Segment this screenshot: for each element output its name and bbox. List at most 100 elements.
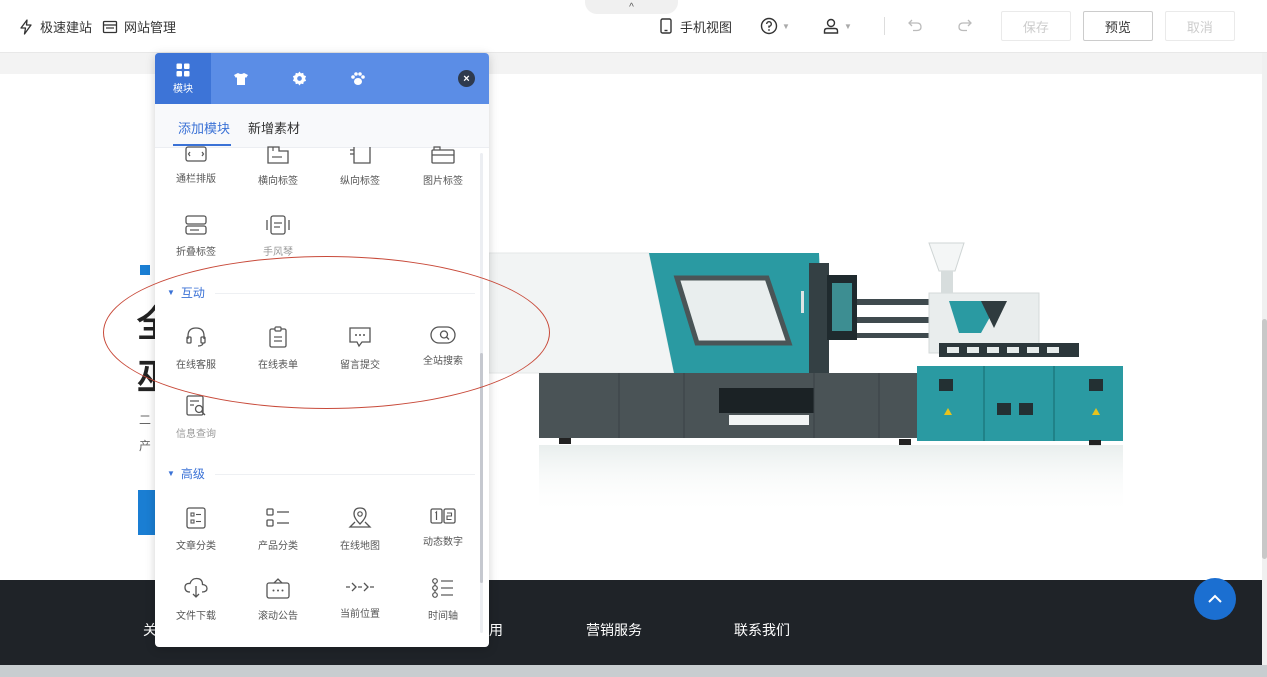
tab-settings[interactable] — [283, 53, 315, 104]
user-icon — [823, 18, 839, 34]
timeline-icon — [432, 578, 453, 598]
footer-nav-item[interactable]: 用 — [489, 620, 503, 640]
caret-down-icon: ▼ — [167, 288, 175, 297]
module-accordion[interactable]: 手风琴 — [243, 215, 313, 258]
module-collapse-tabs[interactable]: 折叠标签 — [161, 215, 231, 258]
notice-board-icon — [266, 578, 290, 599]
clipboard-icon — [269, 326, 287, 348]
map-pin-icon — [348, 507, 372, 528]
vertical-tabs-icon — [350, 147, 371, 164]
subtab-new-material[interactable]: 新增素材 — [248, 118, 300, 137]
module-horizontal-tabs[interactable]: 横向标签 — [243, 146, 313, 187]
footer-nav-contact[interactable]: 联系我们 — [734, 620, 790, 640]
image-tabs-icon — [431, 146, 455, 164]
gear-icon — [292, 71, 306, 86]
module-scroll-notice[interactable]: 滚动公告 — [243, 577, 313, 622]
grid-icon — [176, 63, 190, 76]
horizontal-tabs-icon — [267, 146, 289, 164]
module-product-category[interactable]: 产品分类 — [243, 507, 313, 552]
product-category-icon — [266, 508, 289, 527]
section-divider — [215, 293, 475, 294]
module-label: 在线客服 — [176, 360, 216, 371]
module-dynamic-number[interactable]: 动态数字 — [408, 507, 478, 548]
preview-button[interactable]: 预览 — [1082, 11, 1153, 41]
undo-icon — [907, 19, 922, 31]
module-label: 手风琴 — [263, 247, 293, 258]
site-manage-button[interactable]: 网站管理 — [102, 17, 176, 36]
module-info-query[interactable]: 信息查询 — [161, 395, 231, 440]
toolbar-divider — [883, 17, 885, 35]
mobile-view-button[interactable]: 手机视图 — [660, 17, 732, 36]
module-online-form[interactable]: 在线表单 — [243, 326, 313, 371]
module-article-category[interactable]: 文章分类 — [161, 507, 231, 552]
cloud-download-icon — [184, 577, 208, 598]
module-file-download[interactable]: 文件下载 — [161, 577, 231, 622]
module-label: 文章分类 — [176, 541, 216, 552]
module-site-search[interactable]: 全站搜索 — [408, 326, 478, 367]
module-breadcrumb[interactable]: 当前位置 — [325, 577, 395, 620]
page-scrollbar[interactable] — [1262, 53, 1267, 677]
module-label: 动态数字 — [423, 537, 463, 548]
panel-subtabs: 添加模块 新增素材 — [155, 104, 489, 148]
module-label: 留言提交 — [340, 360, 380, 371]
paw-icon — [351, 72, 365, 85]
module-message-submit[interactable]: 留言提交 — [325, 326, 395, 371]
cancel-button[interactable]: 取消 — [1164, 11, 1235, 41]
search-icon — [430, 326, 456, 344]
undo-button[interactable] — [907, 18, 923, 35]
message-icon — [349, 327, 371, 348]
tab-modules-label: 模块 — [173, 83, 193, 95]
panel-close-button[interactable]: × — [458, 70, 475, 87]
hero-text-fragment: 二 — [139, 413, 152, 427]
module-online-map[interactable]: 在线地图 — [325, 507, 395, 552]
module-label: 滚动公告 — [258, 611, 298, 622]
tab-style[interactable] — [225, 53, 257, 104]
section-header-interactive[interactable]: ▼ 互动 — [167, 284, 205, 301]
shirt-icon — [234, 72, 248, 85]
article-category-icon — [186, 507, 206, 529]
module-label: 文件下载 — [176, 611, 216, 622]
subtab-add-module[interactable]: 添加模块 — [178, 118, 230, 137]
site-manage-icon — [102, 20, 118, 33]
quick-build-button[interactable]: 极速建站 — [18, 17, 92, 36]
module-label: 折叠标签 — [176, 247, 216, 258]
toolbar-left: 极速建站 网站管理 — [18, 17, 186, 36]
chevron-up-icon: ^ — [629, 1, 634, 13]
module-label: 在线表单 — [258, 360, 298, 371]
redo-button[interactable] — [957, 18, 973, 35]
section-divider — [215, 474, 475, 475]
section-header-advanced[interactable]: ▼ 高级 — [167, 465, 205, 482]
module-label: 在线地图 — [340, 541, 380, 552]
page-scrollbar-thumb[interactable] — [1262, 319, 1267, 559]
tab-modules[interactable]: 模块 — [155, 53, 211, 104]
section-title: 互动 — [180, 286, 205, 300]
user-dropdown[interactable]: ▼ — [822, 17, 852, 35]
site-manage-label: 网站管理 — [124, 20, 177, 35]
module-timeline[interactable]: 时间轴 — [408, 577, 478, 622]
footer-nav-marketing[interactable]: 营销服务 — [586, 620, 642, 640]
caret-down-icon: ▼ — [843, 21, 852, 31]
module-label: 通栏排版 — [176, 174, 216, 185]
collapse-tabs-icon — [185, 215, 207, 235]
quick-build-label: 极速建站 — [40, 20, 93, 35]
module-image-tabs[interactable]: 图片标签 — [408, 146, 478, 187]
module-online-service[interactable]: 在线客服 — [161, 326, 231, 371]
redo-icon — [958, 19, 972, 31]
number-counter-icon — [430, 508, 456, 524]
module-label: 当前位置 — [340, 609, 380, 620]
help-icon — [760, 17, 778, 35]
module-vertical-tabs[interactable]: 纵向标签 — [325, 146, 395, 187]
panel-scrollbar[interactable] — [480, 153, 483, 633]
panel-header: 模块 × — [155, 53, 489, 104]
panel-scrollbar-thumb[interactable] — [480, 353, 483, 583]
phone-icon — [660, 18, 672, 34]
injection-machine-image — [489, 242, 1123, 515]
caret-down-icon: ▼ — [782, 21, 790, 31]
module-full-width-layout[interactable]: 通栏排版 — [161, 146, 231, 185]
save-button[interactable]: 保存 — [1000, 11, 1071, 41]
module-panel: 模块 × 添加模块 新增素材 通栏排版 横向标签 纵向标签 图片标签 折叠标签 … — [155, 53, 489, 647]
back-to-top-button[interactable] — [1194, 578, 1236, 620]
hero-text-fragment: 产 — [139, 439, 152, 453]
help-dropdown[interactable]: ▼ — [760, 17, 790, 35]
tab-plugins[interactable] — [342, 53, 374, 104]
